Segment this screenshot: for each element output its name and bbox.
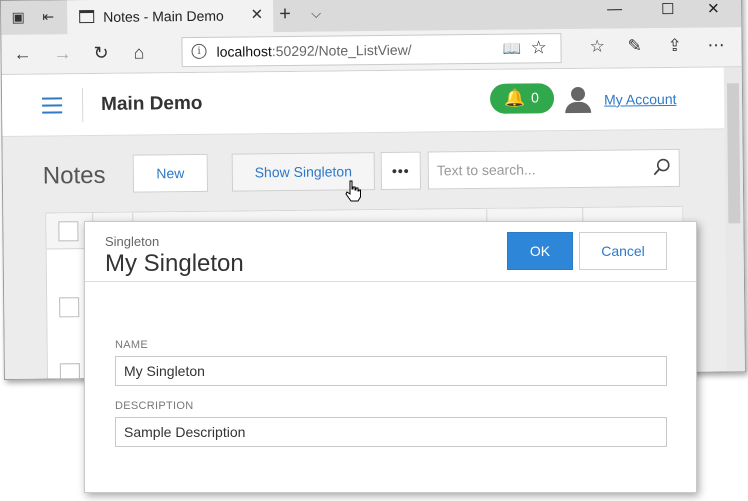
dialog-title: My Singleton xyxy=(105,250,244,277)
scrollbar[interactable] xyxy=(723,67,745,378)
reading-view-icon[interactable]: 📖 xyxy=(502,40,521,58)
favorites-icon[interactable]: ☆ xyxy=(589,37,604,57)
tab-title: Notes - Main Demo xyxy=(103,7,224,25)
notification-count: 0 xyxy=(530,89,539,106)
close-window-icon[interactable]: ✕ xyxy=(707,0,720,17)
tab-manager-icon[interactable]: ▣ xyxy=(9,9,27,25)
maximize-icon[interactable]: ☐ xyxy=(661,0,675,18)
name-field[interactable] xyxy=(115,356,667,386)
star-icon[interactable]: ☆ xyxy=(530,37,546,58)
tab-notes[interactable]: Notes - Main Demo ✕ xyxy=(67,0,274,35)
dialog-caption: Singleton xyxy=(105,234,160,249)
minimize-icon[interactable]: — xyxy=(607,0,622,17)
scroll-thumb[interactable] xyxy=(726,83,741,224)
app-header: Main Demo 🔔 0 My Account xyxy=(1,67,727,137)
select-all-checkbox[interactable] xyxy=(58,221,79,242)
bell-icon: 🔔 xyxy=(503,88,526,108)
app-title: Main Demo xyxy=(100,92,203,115)
search-input[interactable] xyxy=(428,150,639,189)
singleton-dialog: Singleton My Singleton OK Cancel NAME DE… xyxy=(84,221,697,493)
search-icon[interactable] xyxy=(653,158,671,176)
new-tab-icon[interactable]: + xyxy=(279,3,291,26)
cancel-button[interactable]: Cancel xyxy=(579,232,667,270)
hamburger-icon[interactable] xyxy=(42,97,63,114)
back-icon[interactable]: ← xyxy=(13,44,31,65)
screenshot-stage: ▣ ⇤ Notes - Main Demo ✕ + ⌵ — ☐ ✕ ← → ↻ … xyxy=(0,0,748,501)
info-icon[interactable]: i xyxy=(191,43,207,59)
notification-button[interactable]: 🔔 0 xyxy=(489,83,555,114)
more-icon[interactable]: ⋯ xyxy=(707,35,724,55)
more-actions-button[interactable]: ••• xyxy=(380,151,422,191)
new-button[interactable]: New xyxy=(132,153,209,193)
description-field[interactable] xyxy=(115,417,667,447)
row-checkbox[interactable] xyxy=(59,297,80,318)
name-label: NAME xyxy=(115,339,148,351)
forward-icon[interactable]: → xyxy=(53,43,71,64)
page-icon xyxy=(79,10,95,24)
row-checkbox[interactable] xyxy=(59,363,81,380)
search-box xyxy=(427,148,680,190)
chevron-down-icon[interactable]: ⌵ xyxy=(311,6,321,22)
url-field[interactable]: i localhost:50292/Note_ListView/ 📖 ☆ xyxy=(181,33,562,68)
tabs-aside-icon[interactable]: ⇤ xyxy=(39,8,57,24)
header-divider xyxy=(81,88,84,123)
page-title: Notes xyxy=(42,161,106,190)
my-account-link[interactable]: My Account xyxy=(604,91,677,108)
dialog-header: Singleton My Singleton OK Cancel xyxy=(85,222,696,282)
user-icon xyxy=(565,86,592,114)
pen-icon[interactable]: ✎ xyxy=(627,36,641,56)
description-label: DESCRIPTION xyxy=(115,400,194,412)
refresh-icon[interactable]: ↻ xyxy=(93,43,108,64)
share-icon[interactable]: ⇪ xyxy=(667,36,681,56)
close-tab-icon[interactable]: ✕ xyxy=(250,5,264,23)
url-text: localhost:50292/Note_ListView/ xyxy=(216,41,412,60)
ok-button[interactable]: OK xyxy=(507,232,573,270)
home-icon[interactable]: ⌂ xyxy=(133,42,144,63)
hand-cursor-icon xyxy=(345,180,361,202)
